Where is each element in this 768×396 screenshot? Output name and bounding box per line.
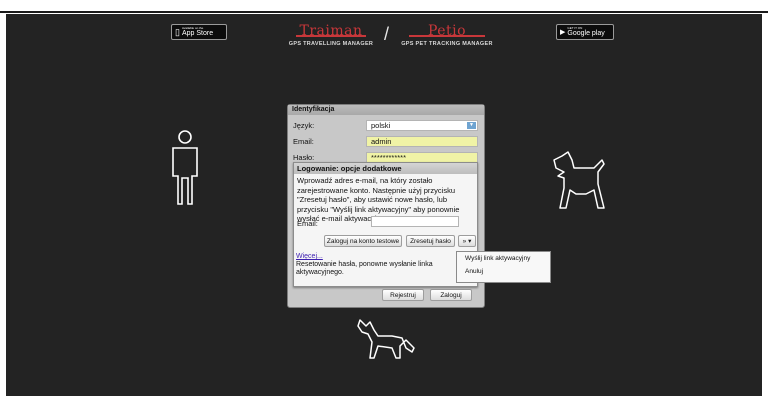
logo-separator: / xyxy=(384,24,390,44)
email-row: Email: admin xyxy=(292,136,480,147)
email-field[interactable]: admin xyxy=(366,136,478,147)
more-options-menu: Wyślij link aktywacyjny Anuluj xyxy=(456,251,551,283)
recovery-email-input[interactable] xyxy=(371,216,459,227)
login-dialog-title: Identyfikacja xyxy=(288,105,484,115)
dog-icon xyxy=(553,151,605,209)
language-select[interactable]: polski ▼ xyxy=(366,120,478,131)
more-options-button[interactable]: » ▾ xyxy=(458,235,476,247)
email-label: Email: xyxy=(293,137,314,146)
app-store-badge[interactable]: ▯ Available on the App Store xyxy=(171,24,227,40)
person-icon xyxy=(172,130,198,205)
menu-item-cancel[interactable]: Anuluj xyxy=(457,265,550,278)
google-play-badge[interactable]: ▶ GET IT ON Google play xyxy=(556,24,614,40)
petio-logo[interactable]: Petio GPS PET TRACKING MANAGER xyxy=(392,22,502,47)
recovery-email-label: Email: xyxy=(297,219,318,228)
language-value: polski xyxy=(371,121,391,130)
google-play-text: Google play xyxy=(567,29,605,37)
traiman-tagline: GPS TRAVELLING MANAGER xyxy=(288,41,374,47)
password-label: Hasło: xyxy=(293,153,315,162)
login-options-title: Logowanie: opcje dodatkowe xyxy=(294,163,477,174)
reset-password-button[interactable]: Zresetuj hasło xyxy=(406,235,455,247)
chevron-down-icon[interactable]: ▼ xyxy=(467,122,476,129)
petio-tagline: GPS PET TRACKING MANAGER xyxy=(401,41,493,47)
top-bar xyxy=(0,0,768,13)
traiman-logo[interactable]: Traiman GPS TRAVELLING MANAGER xyxy=(281,22,381,47)
app-store-text: App Store xyxy=(181,29,214,37)
login-button[interactable]: Zaloguj xyxy=(430,289,472,301)
play-icon: ▶ xyxy=(560,29,566,36)
petio-logo-name: Petio xyxy=(427,23,467,39)
traiman-logo-name: Traiman xyxy=(299,23,363,39)
cat-icon xyxy=(357,319,415,359)
apple-icon: ▯ xyxy=(175,26,180,37)
test-account-button[interactable]: Zaloguj na konto testowe xyxy=(324,235,402,247)
register-button[interactable]: Rejestruj xyxy=(382,289,424,301)
language-label: Język: xyxy=(293,121,315,130)
more-note: Resetowanie hasła, ponowne wysłanie link… xyxy=(296,261,433,276)
language-row: Język: polski ▼ xyxy=(292,120,480,131)
menu-item-send-activation-link[interactable]: Wyślij link aktywacyjny xyxy=(457,252,550,265)
more-link[interactable]: Więcej... xyxy=(296,253,323,260)
